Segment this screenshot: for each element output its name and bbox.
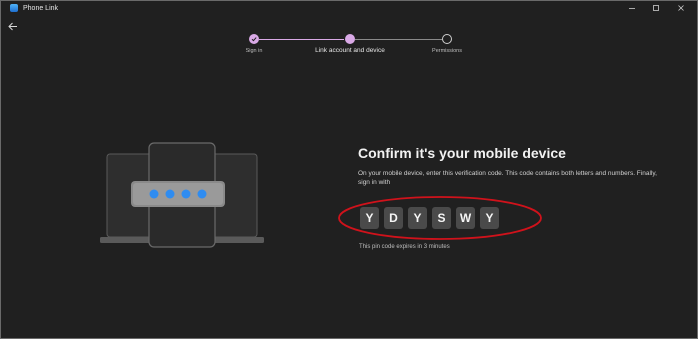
step-label-sign-in: Sign in [245,48,263,54]
step-upcoming-icon [442,34,452,44]
maximize-icon [653,5,659,11]
minimize-icon [629,8,635,9]
phone-link-app-icon [10,4,18,12]
checkmark-icon [251,37,257,42]
step-current-icon [345,34,355,44]
close-icon [678,5,684,11]
pin-expiry-text: This pin code expires in 3 minutes [359,244,450,250]
step-label-link-account: Link account and device [315,47,385,54]
step-label-permissions: Permissions [432,48,462,54]
back-arrow-icon [8,22,17,30]
code-character: Y [408,207,427,229]
pin-dot [197,189,207,199]
app-title: Phone Link [23,5,59,12]
title-bar: Phone Link [1,1,697,16]
setup-stepper: Sign in Link account and device Permissi… [1,31,697,61]
code-character: W [456,207,475,229]
pin-dot [149,189,159,199]
maximize-button[interactable] [644,1,668,15]
code-character: Y [480,207,499,229]
verification-code: Y D Y S W Y [360,207,499,229]
code-character: Y [360,207,379,229]
step-sign-in-completed-icon [249,34,259,44]
pin-dot [181,189,191,199]
page-title: Confirm it's your mobile device [358,145,566,161]
pin-dot [165,189,175,199]
phone-link-window: Phone Link Sign in Link account and devi… [0,0,698,339]
stepper-connector-completed [259,39,344,40]
stepper-connector-upcoming [355,39,442,40]
instructions-text: On your mobile device, enter this verifi… [358,170,657,186]
close-button[interactable] [669,1,693,15]
code-character: D [384,207,403,229]
code-character: S [432,207,451,229]
minimize-button[interactable] [620,1,644,15]
devices-pin-illustration [100,142,264,248]
